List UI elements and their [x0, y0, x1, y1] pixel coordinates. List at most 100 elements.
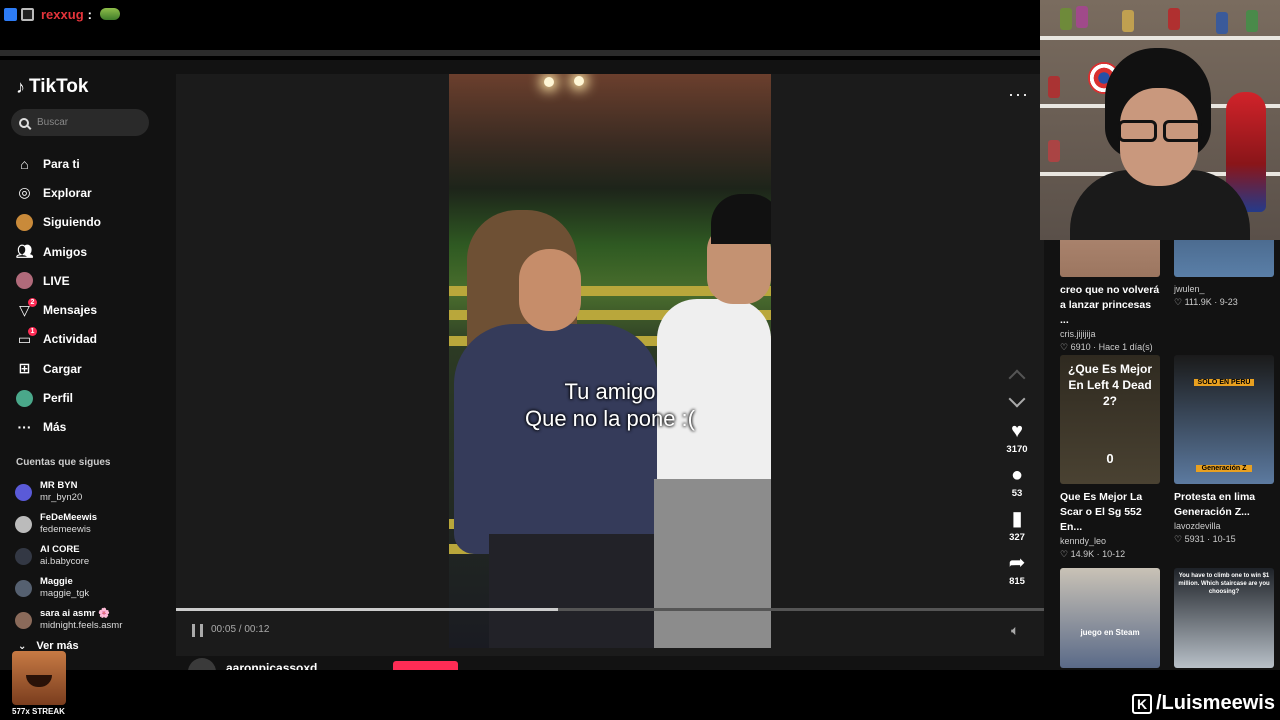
playback-time: 00:05 / 00:12 [211, 624, 270, 635]
author-bar: aaronpicassoxd [176, 656, 1044, 670]
friends-icon: 👥︎ [15, 243, 34, 260]
video-thumbnail[interactable]: juego en Steam [1060, 568, 1160, 668]
save-count: 327 [1009, 532, 1025, 543]
avatar [15, 611, 32, 629]
account-text: sara ai asmr 🌸 midnight.feels.asmr [40, 608, 122, 632]
following-account[interactable]: AI CORE ai.babycore [15, 540, 122, 572]
account-handle: maggie_tgk [40, 588, 90, 599]
thumbnail-text: You have to climb one to win $1 million.… [1178, 573, 1270, 595]
avatar [15, 515, 32, 533]
following-list: MR BYN mr_byn20 FeDeMeewis fedemeewis AI COR… [15, 476, 122, 636]
video-author[interactable]: jwulen_ [1174, 284, 1274, 294]
nav-item-cargar[interactable]: ⊞ Cargar [16, 354, 101, 383]
nav-item-explorar[interactable]: ◎ Explorar [16, 178, 101, 207]
logo-text: TikTok [29, 76, 89, 97]
next-video-icon[interactable] [1008, 390, 1026, 408]
account-handle: ai.babycore [40, 556, 90, 567]
tiktok-logo[interactable]: ♪ TikTok [16, 76, 88, 98]
video-author[interactable]: lavozdevilla [1174, 521, 1276, 531]
thumbnail-text: SOLO EN PERU [1194, 379, 1254, 386]
compass-icon: ◎ [18, 184, 31, 201]
following-section-title: Cuentas que sigues [16, 457, 111, 468]
video-thumbnail[interactable]: SOLO EN PERU Generación Z [1174, 355, 1274, 484]
nav-item-label: Siguiendo [43, 215, 101, 230]
kick-handle-text: /Luismeewis [1156, 692, 1275, 714]
thumbnail-subtext: 0 [1106, 451, 1114, 466]
save-button[interactable]: ▮ 327 [1002, 508, 1032, 543]
video-title[interactable]: Que Es Mejor La Scar o El Sg 552 En... [1060, 490, 1162, 535]
girl-face [519, 249, 581, 331]
account-handle: midnight.feels.asmr [40, 620, 123, 631]
collectible-figure [1048, 76, 1060, 98]
share-button[interactable]: ➦ 815 [1002, 552, 1032, 587]
nav-item-mensajes[interactable]: ▽ 2 Mensajes [16, 295, 101, 324]
chevron-down-icon: ⌄ [18, 640, 27, 652]
nav-item-amigos[interactable]: 👥︎ Amigos [16, 237, 101, 266]
video-stats: ♡ 5931 · 10-15 [1174, 534, 1236, 544]
chat-shield-badge-icon [21, 7, 34, 21]
messages-icon: ▽ 2 [16, 297, 37, 319]
video-author[interactable]: kenndy_leo [1060, 536, 1162, 546]
chat-badge-icon [4, 7, 17, 21]
video-card[interactable]: ¿Que Es Mejor En Left 4 Dead 2? 0 Que Es M… [1060, 355, 1162, 560]
nav-item-actividad[interactable]: ▭ 1 Actividad [16, 325, 101, 354]
previous-video-icon[interactable] [1008, 369, 1026, 387]
boy-hair [711, 194, 771, 244]
video-card[interactable]: You have to climb one to win $1 million.… [1174, 568, 1274, 668]
video-title[interactable]: creo que no volverá a lanzar princesas .… [1060, 283, 1162, 328]
author-avatar[interactable] [188, 658, 216, 670]
avatar [15, 579, 32, 597]
volume-icon[interactable]: 🔈︎ [1011, 622, 1019, 639]
account-name: MR BYN [40, 480, 78, 491]
account-name: FeDeMeewis [40, 512, 98, 523]
search-icon [19, 117, 29, 128]
following-account[interactable]: sara ai asmr 🌸 midnight.feels.asmr [15, 604, 122, 636]
thumbnail-text: juego en Steam [1080, 628, 1140, 637]
nav-item-live[interactable]: LIVE [16, 266, 101, 295]
nav-item-label: Perfil [43, 391, 74, 406]
heart-icon: ♥ [1011, 420, 1023, 442]
comment-button[interactable]: ● 53 [1002, 464, 1032, 499]
nav-item-siguiendo[interactable]: Siguiendo [16, 208, 101, 237]
video-frame[interactable]: Tu amigo Que no la pone :( [449, 74, 771, 648]
caption-line-2: Que no la pone :( [524, 406, 695, 431]
video-thumbnail[interactable]: ¿Que Es Mejor En Left 4 Dead 2? 0 [1060, 355, 1160, 484]
kick-handle: K /Luismeewis [1132, 692, 1275, 715]
collectible-figure [1216, 12, 1228, 34]
progress-bar[interactable] [176, 608, 1044, 611]
notification-badge: 1 [28, 326, 37, 336]
video-title[interactable]: Protesta en lima Generación Z... [1174, 490, 1276, 520]
nav-item-más[interactable]: ··· Más [16, 413, 101, 442]
nav-item-label: Explorar [43, 185, 92, 200]
more-options-icon[interactable]: ··· [1008, 84, 1029, 105]
video-stats: ♡ 6910 · Hace 1 día(s) [1060, 342, 1153, 352]
video-stats: ♡ 111.9K · 9-23 [1174, 297, 1238, 307]
video-player[interactable]: Tu amigo Que no la pone :( ··· ♥ 3170 ● … [176, 74, 1044, 670]
video-author[interactable]: cris.jijijija [1060, 329, 1162, 339]
title-spacer [1174, 277, 1274, 283]
share-arrow-icon: ➦ [1008, 552, 1026, 574]
video-card[interactable]: juego en Steam [1060, 568, 1160, 668]
video-card[interactable]: SOLO EN PERU Generación Z Protesta en lima… [1174, 355, 1276, 545]
following-account[interactable]: FeDeMeewis fedemeewis [15, 508, 122, 540]
account-name: AI CORE [40, 544, 80, 555]
account-handle: fedemeewis [40, 524, 91, 535]
account-text: Maggie maggie_tgk [40, 576, 89, 600]
nav-item-label: Mensajes [43, 303, 98, 318]
video-thumbnail[interactable]: You have to climb one to win $1 million.… [1174, 568, 1274, 668]
search-input[interactable]: Buscar [11, 109, 149, 136]
nav-item-label: Amigos [43, 244, 88, 259]
pause-icon[interactable] [192, 624, 203, 637]
author-name[interactable]: aaronpicassoxd [226, 661, 317, 670]
nav-item-para-ti[interactable]: ⌂ Para ti [16, 149, 101, 178]
following-account[interactable]: Maggie maggie_tgk [15, 572, 122, 604]
avatar [15, 547, 32, 565]
thumbnail-text: ¿Que Es Mejor En Left 4 Dead 2? [1067, 362, 1153, 408]
street-lamp [574, 76, 584, 86]
following-account[interactable]: MR BYN mr_byn20 [15, 476, 122, 508]
nav-item-perfil[interactable]: Perfil [16, 383, 101, 412]
follow-button[interactable] [393, 661, 458, 670]
home-icon: ⌂ [20, 155, 29, 172]
like-button[interactable]: ♥ 3170 [1002, 420, 1032, 455]
comment-bubble-icon: ● [1010, 464, 1024, 486]
